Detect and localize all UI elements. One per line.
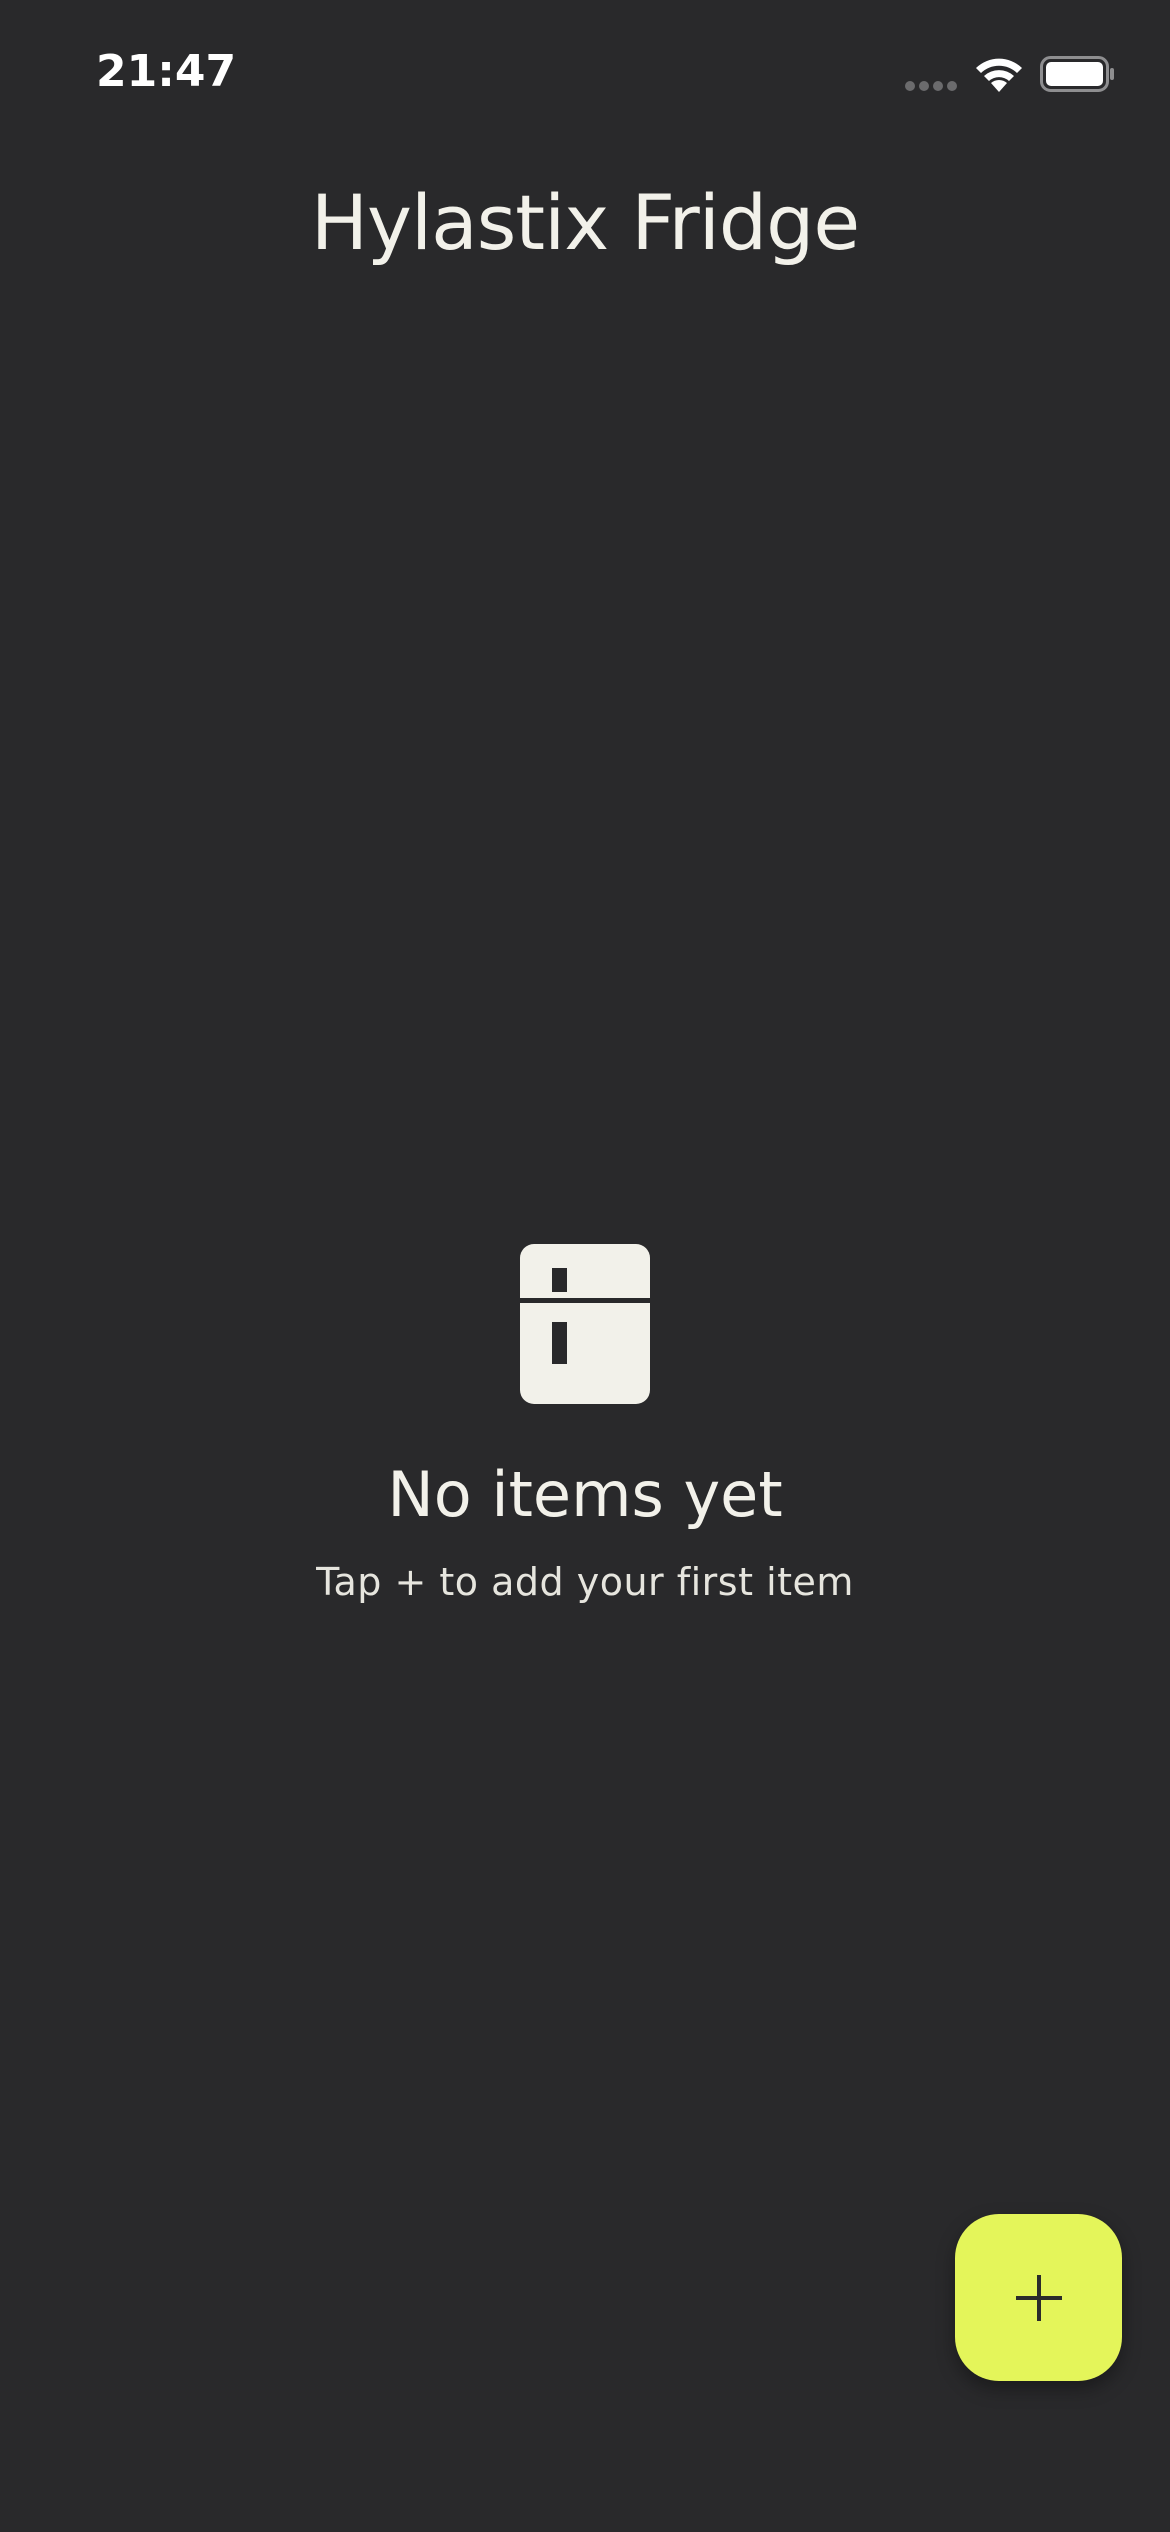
- add-item-button[interactable]: [955, 2214, 1122, 2381]
- empty-state-subtitle: Tap + to add your first item: [316, 1560, 854, 1604]
- signal-icon: [905, 81, 957, 91]
- status-bar: 21:47: [0, 0, 1170, 150]
- empty-state-title: No items yet: [387, 1458, 783, 1531]
- page-title: Hylastix Fridge: [310, 178, 860, 267]
- battery-icon: [1040, 56, 1114, 92]
- plus-icon: [1016, 2275, 1062, 2321]
- status-time: 21:47: [96, 46, 237, 97]
- wifi-icon: [976, 58, 1022, 92]
- fridge-icon: [520, 1244, 650, 1404]
